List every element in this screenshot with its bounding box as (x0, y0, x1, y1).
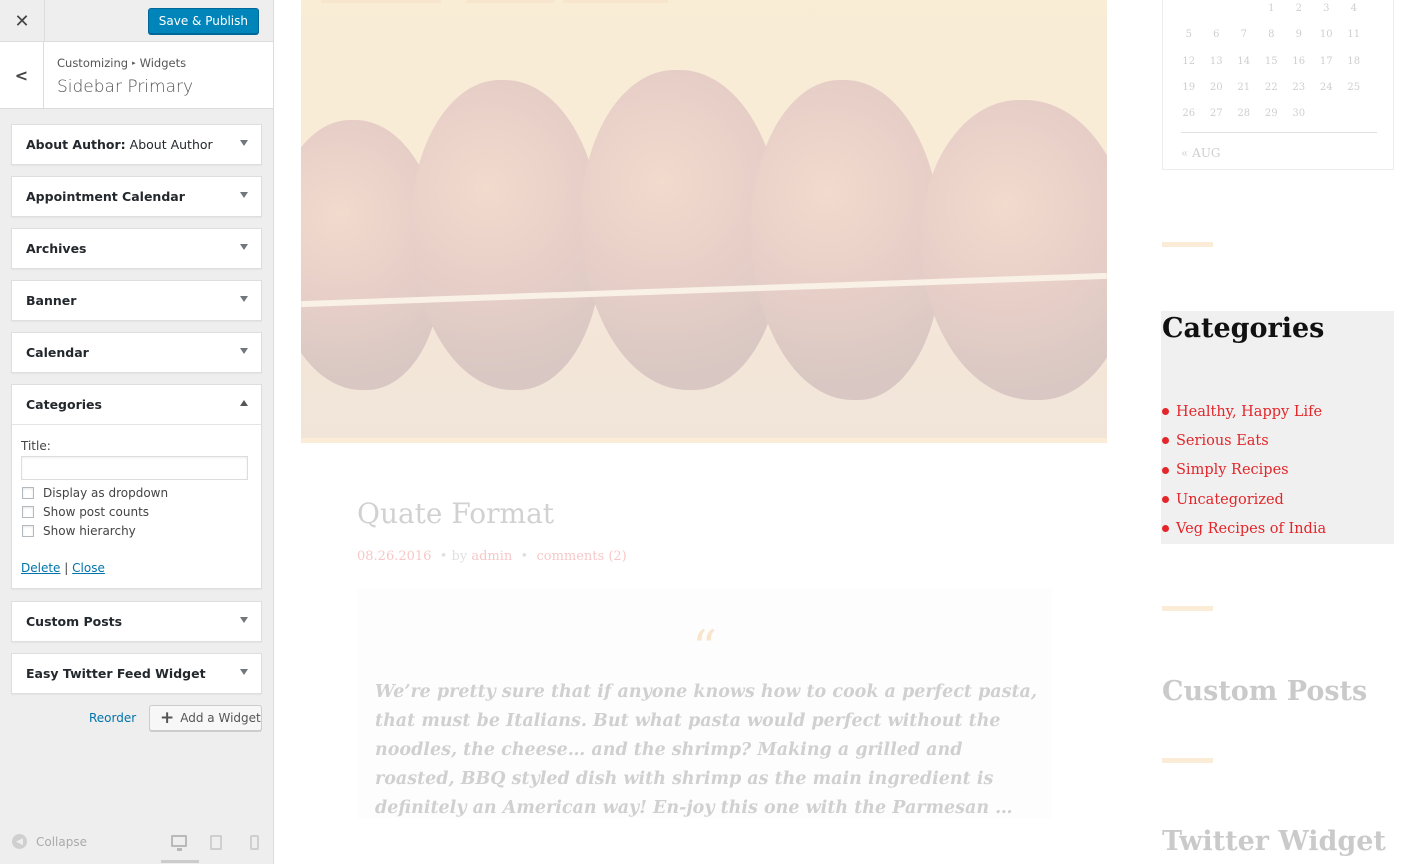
widget-name: Archives (26, 241, 87, 256)
post-date[interactable]: 08.26.2016 (357, 549, 431, 564)
widget-banner[interactable]: Banner (11, 280, 262, 321)
expand-arrow-icon[interactable] (240, 296, 248, 302)
expand-arrow-icon[interactable] (240, 244, 248, 250)
widget-name: Calendar (26, 345, 89, 360)
accent-bar (1162, 606, 1213, 611)
chevron-left-icon: < (14, 65, 29, 85)
calendar-row: 12 13 14 15 16 17 18 (1182, 56, 1361, 67)
option-show-hierarchy[interactable]: Show hierarchy (21, 524, 252, 538)
calendar-row: 5 6 7 8 9 10 11 (1185, 29, 1361, 40)
add-widget-button[interactable]: + Add a Widget (149, 705, 262, 731)
widget-name: About Author (26, 137, 121, 152)
link-separator: | (64, 561, 69, 575)
categories-list: Healthy, Happy Life Serious Eats Simply … (1162, 397, 1326, 543)
save-publish-button[interactable]: Save & Publish (147, 8, 259, 34)
title-input[interactable] (21, 456, 248, 480)
collapse-button[interactable]: ◀ Collapse (12, 834, 87, 849)
reorder-link[interactable]: Reorder (89, 711, 136, 725)
widget-calendar[interactable]: Calendar (11, 332, 262, 373)
section-title: Sidebar Primary (57, 77, 194, 97)
widget-appointment-calendar[interactable]: Appointment Calendar (11, 176, 262, 217)
customizer-sidebar: ✕ Save & Publish < Customizing ▸ Widgets S… (0, 0, 274, 864)
collapse-label: Collapse (36, 834, 87, 849)
option-label: Show hierarchy (43, 524, 136, 538)
widget-header[interactable]: Categories (12, 385, 261, 424)
expand-arrow-icon[interactable] (240, 617, 248, 623)
post-meta: 08.26.2016 • by admin • comments (2) (357, 549, 627, 564)
desktop-preview-icon[interactable] (171, 835, 187, 851)
widget-name: Categories (26, 397, 102, 412)
widget-actions: Delete | Close (21, 561, 105, 575)
collapse-arrow-icon: ◀ (12, 834, 27, 849)
category-link[interactable]: Serious Eats (1162, 426, 1326, 455)
categories-widget-highlighted: Categories Healthy, Happy Life Serious E… (1161, 311, 1394, 544)
widget-name: Custom Posts (26, 614, 123, 629)
calendar-widget: 1234 5 6 7 8 9 10 11 12 13 14 15 16 17 18 19 20 21 22 23… (1162, 0, 1394, 170)
categories-heading: Categories (1162, 313, 1325, 344)
delete-link[interactable]: Delete (21, 561, 60, 575)
collapse-arrow-icon[interactable] (240, 400, 248, 406)
plus-icon: + (160, 708, 175, 728)
widget-name: Easy Twitter Feed Widget (26, 666, 206, 681)
expand-arrow-icon[interactable] (240, 192, 248, 198)
twitter-widget-heading: Twitter Widget (1162, 826, 1386, 857)
quote-icon: “ (692, 620, 717, 676)
active-device-indicator (161, 860, 199, 863)
add-widget-label: Add a Widget (180, 711, 261, 725)
widget-custom-posts[interactable]: Custom Posts (11, 601, 262, 642)
breadcrumb: Customizing ▸ Widgets (57, 56, 186, 70)
quote-text: We’re pretty sure that if anyone knows h… (375, 682, 1037, 818)
post-author[interactable]: admin (471, 549, 512, 564)
widget-name: Banner (26, 293, 77, 308)
by-label: by (451, 549, 468, 564)
back-button[interactable]: < (0, 42, 44, 108)
widget-about-author[interactable]: About Author: About Author (11, 124, 262, 165)
category-link[interactable]: Simply Recipes (1162, 456, 1326, 485)
close-link[interactable]: Close (72, 561, 105, 575)
checkbox[interactable] (22, 525, 34, 537)
option-label: Display as dropdown (43, 486, 169, 500)
calendar-row: 1234 (1268, 3, 1357, 14)
breadcrumb-separator-icon: ▸ (132, 59, 136, 67)
checkbox[interactable] (22, 487, 34, 499)
section-title-bar: < Customizing ▸ Widgets Sidebar Primary (0, 42, 273, 109)
post-quote: “ We’re pretty sure that if anyone knows… (357, 588, 1052, 818)
calendar-row: 19 20 21 22 23 24 25 (1182, 82, 1361, 93)
category-link[interactable]: Uncategorized (1162, 485, 1326, 514)
category-link[interactable]: Healthy, Happy Life (1162, 397, 1326, 426)
breadcrumb-root: Customizing (57, 56, 129, 70)
calendar-row: 26 27 28 29 30 (1182, 108, 1306, 119)
site-preview: Quate Format 08.26.2016 • by admin • com… (274, 0, 1419, 864)
widget-categories: Categories Title: Display as dropdown Sh… (11, 384, 262, 589)
post-comments[interactable]: comments (2) (536, 549, 626, 564)
option-show-post-counts[interactable]: Show post counts (21, 505, 252, 519)
calendar-prev-month-link[interactable]: « AUG (1181, 146, 1221, 160)
option-label: Show post counts (43, 505, 150, 519)
tablet-preview-icon[interactable] (210, 835, 222, 850)
accent-bar (1162, 242, 1213, 247)
customizer-header: ✕ Save & Publish (0, 0, 273, 42)
post-featured-image (301, 0, 1107, 443)
expand-arrow-icon[interactable] (240, 140, 248, 146)
mobile-preview-icon[interactable] (250, 835, 259, 850)
title-label: Title: (21, 439, 51, 453)
expand-arrow-icon[interactable] (240, 669, 248, 675)
post-title[interactable]: Quate Format (357, 497, 554, 530)
widget-form: Title: Display as dropdown Show post cou… (12, 424, 261, 588)
breadcrumb-current: Widgets (139, 56, 187, 70)
widget-archives[interactable]: Archives (11, 228, 262, 269)
customizer-footer: ◀ Collapse (0, 822, 273, 864)
option-display-dropdown[interactable]: Display as dropdown (21, 486, 252, 500)
category-link[interactable]: Veg Recipes of India (1162, 514, 1326, 543)
accent-bar (1162, 758, 1213, 763)
widget-easy-twitter-feed[interactable]: Easy Twitter Feed Widget (11, 653, 262, 694)
widget-name: Appointment Calendar (26, 189, 185, 204)
checkbox[interactable] (22, 506, 34, 518)
expand-arrow-icon[interactable] (240, 348, 248, 354)
widget-subtitle: About Author (129, 137, 213, 152)
custom-posts-heading: Custom Posts (1162, 676, 1368, 707)
close-customizer-button[interactable]: ✕ (0, 0, 45, 42)
